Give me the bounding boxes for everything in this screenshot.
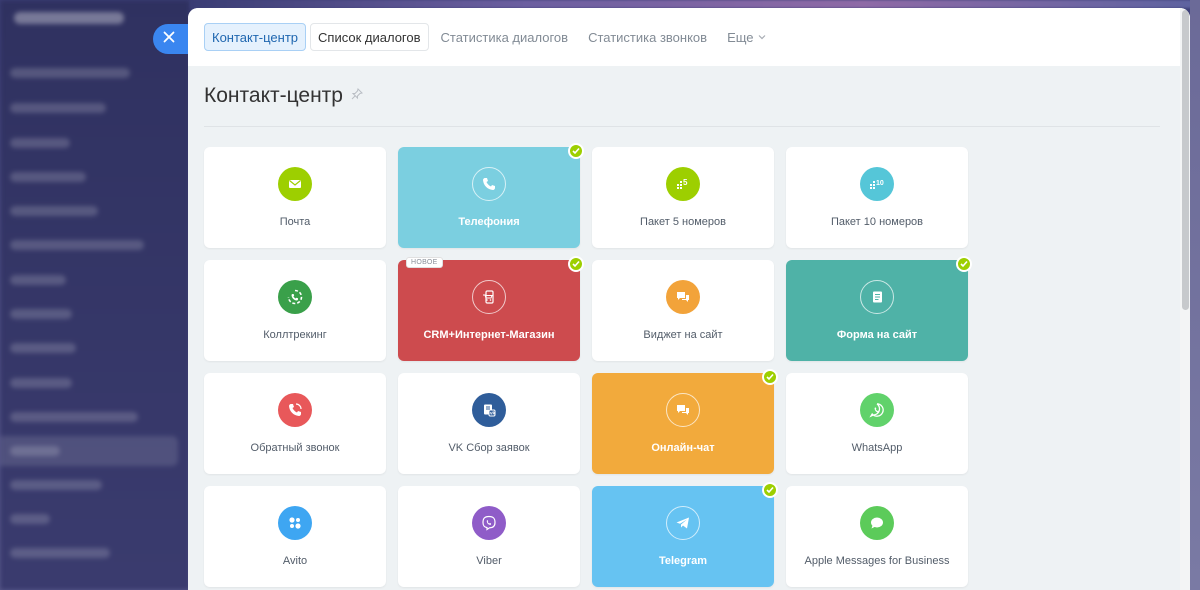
check-icon bbox=[956, 256, 972, 272]
check-icon bbox=[762, 482, 778, 498]
vk-icon: vk bbox=[472, 393, 506, 427]
top-nav-bar: Контакт-центр Список диалогов Статистика… bbox=[188, 8, 1190, 66]
connector-tile-telegram[interactable]: Telegram bbox=[592, 482, 778, 587]
background-sidebar bbox=[0, 0, 190, 590]
background-row bbox=[10, 514, 50, 524]
header-divider bbox=[204, 126, 1160, 127]
tile-label: Телефония bbox=[458, 216, 520, 228]
connector-tile-site-widget[interactable]: Виджет на сайт bbox=[592, 260, 774, 361]
close-icon bbox=[163, 30, 175, 48]
tab-label: Статистика звонков bbox=[588, 29, 708, 45]
tile-label: Форма на сайт bbox=[836, 329, 918, 341]
connector-tile-crm-online-store[interactable]: НОВОЕ CRM+Интернет-Магазин bbox=[398, 256, 584, 361]
connector-tile-viber[interactable]: Viber bbox=[398, 486, 580, 587]
callback-icon bbox=[278, 393, 312, 427]
tab-more-dropdown[interactable]: Еще bbox=[719, 23, 773, 51]
contact-center-panel: Контакт-центр Список диалогов Статистика… bbox=[188, 8, 1190, 590]
number-pack-10-icon: 10 bbox=[860, 167, 894, 201]
tile-label: CRM+Интернет-Магазин bbox=[423, 329, 555, 341]
tab-label: Еще bbox=[727, 29, 754, 45]
whatsapp-icon bbox=[860, 393, 894, 427]
scrollbar-track[interactable] bbox=[1180, 8, 1190, 590]
chat-bubbles-icon bbox=[666, 393, 700, 427]
tile-label: Пакет 10 номеров bbox=[830, 216, 924, 228]
tile-label: Коллтрекинг bbox=[263, 329, 327, 341]
apple-messages-icon bbox=[860, 506, 894, 540]
shop-icon bbox=[472, 280, 506, 314]
connector-tile-vk-leads[interactable]: vk VK Сбор заявок bbox=[398, 373, 580, 474]
background-row bbox=[10, 548, 110, 558]
viber-icon bbox=[472, 506, 506, 540]
connector-grid: Почта Телефония 5 Пакет 5 номеров 10 Пак… bbox=[204, 143, 972, 587]
background-right-edge bbox=[1190, 0, 1200, 590]
tile-label: Telegram bbox=[658, 555, 708, 567]
connector-tile-apple-messages[interactable]: Apple Messages for Business bbox=[786, 486, 968, 587]
tile-label: Онлайн-чат bbox=[651, 442, 715, 454]
connector-tile-mail[interactable]: Почта bbox=[204, 147, 386, 248]
page-header: Контакт-центр bbox=[204, 84, 363, 108]
call-tracking-icon bbox=[278, 280, 312, 314]
connector-tile-avito[interactable]: Avito bbox=[204, 486, 386, 587]
background-row bbox=[10, 309, 72, 319]
tab-label: Статистика диалогов bbox=[440, 29, 569, 45]
tab-dialog-list[interactable]: Список диалогов bbox=[310, 23, 429, 51]
chat-bubbles-icon bbox=[666, 280, 700, 314]
background-row bbox=[10, 275, 66, 285]
background-row bbox=[10, 240, 144, 250]
background-row bbox=[10, 446, 60, 456]
connector-tile-pack-10-numbers[interactable]: 10 Пакет 10 номеров bbox=[786, 147, 968, 248]
background-row bbox=[10, 138, 70, 148]
tile-label: WhatsApp bbox=[851, 442, 903, 454]
connector-tile-site-form[interactable]: Форма на сайт bbox=[786, 256, 972, 361]
new-badge: НОВОЕ bbox=[406, 257, 443, 268]
scrollbar-thumb[interactable] bbox=[1182, 10, 1189, 310]
connector-tile-callback[interactable]: Обратный звонок bbox=[204, 373, 386, 474]
form-icon bbox=[860, 280, 894, 314]
phone-icon bbox=[472, 167, 506, 201]
tile-label: Виджет на сайт bbox=[643, 329, 723, 341]
background-top-strip bbox=[190, 0, 1200, 8]
avito-icon bbox=[278, 506, 312, 540]
check-icon bbox=[762, 369, 778, 385]
connector-tile-online-chat[interactable]: Онлайн-чат bbox=[592, 369, 778, 474]
tab-dialog-statistics[interactable]: Статистика диалогов bbox=[433, 23, 577, 51]
tab-label: Список диалогов bbox=[318, 29, 421, 45]
chevron-down-icon bbox=[758, 32, 766, 42]
connector-tile-whatsapp[interactable]: WhatsApp bbox=[786, 373, 968, 474]
mail-icon bbox=[278, 167, 312, 201]
check-icon bbox=[568, 143, 584, 159]
background-row bbox=[10, 68, 130, 78]
background-row bbox=[10, 378, 72, 388]
svg-text:10: 10 bbox=[876, 180, 884, 187]
tile-label: Avito bbox=[282, 555, 308, 567]
svg-text:5: 5 bbox=[683, 178, 688, 187]
background-row bbox=[10, 480, 102, 490]
connector-tile-pack-5-numbers[interactable]: 5 Пакет 5 номеров bbox=[592, 147, 774, 248]
tab-contact-center[interactable]: Контакт-центр bbox=[204, 23, 307, 51]
page-title: Контакт-центр bbox=[204, 84, 343, 107]
check-icon bbox=[568, 256, 584, 272]
pin-icon[interactable] bbox=[351, 87, 363, 105]
tab-label: Контакт-центр bbox=[212, 29, 299, 45]
tile-label: Обратный звонок bbox=[250, 442, 340, 454]
connector-tile-call-tracking[interactable]: Коллтрекинг bbox=[204, 260, 386, 361]
telegram-icon bbox=[666, 506, 700, 540]
number-pack-5-icon: 5 bbox=[666, 167, 700, 201]
background-row bbox=[10, 412, 138, 422]
tile-label: Почта bbox=[279, 216, 311, 228]
tile-label: VK Сбор заявок bbox=[448, 442, 530, 454]
background-row bbox=[10, 172, 86, 182]
background-row bbox=[10, 343, 76, 353]
tile-label: Apple Messages for Business bbox=[804, 555, 950, 567]
tab-call-statistics[interactable]: Статистика звонков bbox=[580, 23, 715, 51]
tile-label: Viber bbox=[476, 555, 502, 567]
tile-label: Пакет 5 номеров bbox=[640, 216, 726, 228]
background-row bbox=[10, 206, 98, 216]
svg-text:vk: vk bbox=[490, 411, 496, 416]
connector-tile-telephony[interactable]: Телефония bbox=[398, 143, 584, 248]
background-row bbox=[10, 103, 106, 113]
background-title-blur bbox=[14, 12, 124, 24]
